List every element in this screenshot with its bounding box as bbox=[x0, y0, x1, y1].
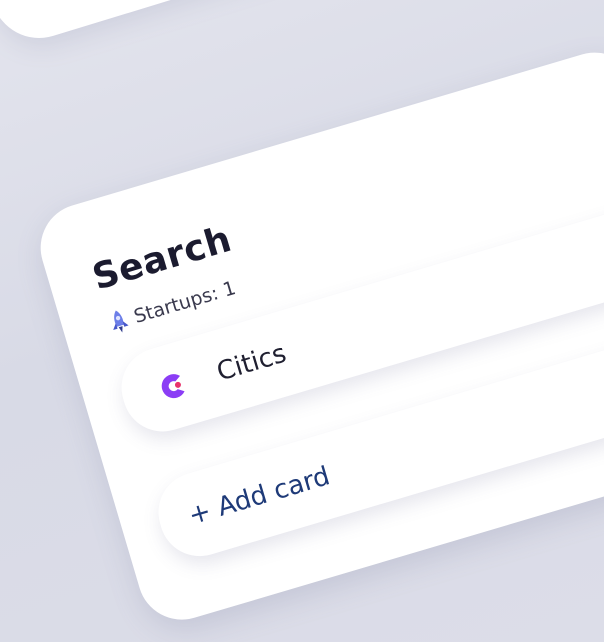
search-column: Search Startups: 1 Citics + Add card bbox=[30, 41, 604, 631]
citics-logo-icon bbox=[152, 365, 194, 407]
startup-count-label: Startups: 1 bbox=[131, 277, 239, 328]
startup-card-label: Citics bbox=[213, 338, 290, 388]
previous-column-card bbox=[0, 0, 604, 50]
rocket-icon bbox=[104, 306, 134, 338]
add-card-label: + Add card bbox=[185, 461, 334, 532]
board-canvas: Search Startups: 1 Citics + Add card bbox=[0, 0, 604, 642]
